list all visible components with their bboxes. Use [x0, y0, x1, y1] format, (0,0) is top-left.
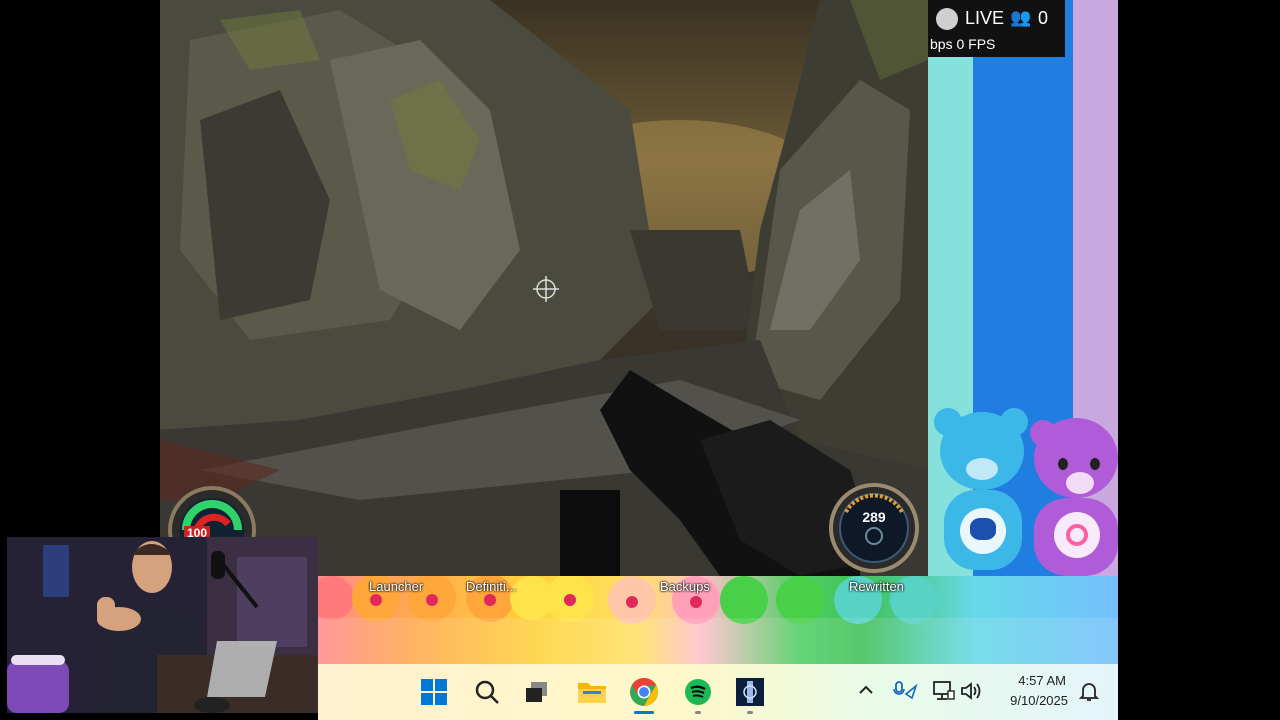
stream-stats: bps 0 FPS — [930, 36, 996, 52]
ammo-value: 289 — [862, 509, 886, 525]
desktop-icon-launcher[interactable]: Launcher — [369, 579, 423, 594]
spotify-icon — [685, 679, 711, 705]
webcam-feed — [7, 537, 318, 713]
spotify-button[interactable] — [680, 674, 716, 714]
chevron-up-icon — [859, 685, 873, 694]
file-explorer-button[interactable] — [574, 674, 610, 710]
windows-icon — [421, 679, 447, 705]
purple-bear-plush — [1028, 418, 1118, 576]
game-app-icon — [736, 678, 764, 706]
task-view-icon — [526, 682, 547, 702]
show-hidden-icons-button[interactable] — [856, 680, 876, 700]
desktop-icon-backups[interactable]: Backups — [660, 579, 710, 594]
folder-icon — [578, 683, 606, 703]
live-status-overlay: LIVE 👥 0 bps 0 FPS — [928, 0, 1065, 57]
chrome-icon — [630, 678, 658, 706]
task-view-button[interactable] — [519, 674, 555, 710]
game-scene — [160, 0, 928, 576]
clock-date: 9/10/2025 — [1010, 693, 1068, 708]
bell-icon — [1078, 683, 1100, 701]
speaker-icon — [961, 682, 981, 700]
wallpaper-plush-row — [318, 576, 1118, 664]
desktop-icon-rewritten[interactable]: Rewritten — [849, 579, 904, 594]
tray-volume[interactable] — [959, 679, 983, 703]
desktop-icon-definitive[interactable]: Definiti... — [466, 579, 517, 594]
spotify-open-indicator — [695, 711, 701, 714]
tray-network[interactable] — [931, 679, 955, 703]
viewer-count: 0 — [1038, 8, 1049, 28]
search-icon — [475, 680, 499, 704]
tray-mic-app[interactable] — [892, 680, 918, 702]
ammo-gauge: 289 — [828, 482, 920, 574]
blue-bear-plush — [932, 408, 1032, 576]
stream-backdrop — [928, 0, 1118, 576]
webcam-scene — [7, 537, 318, 713]
people-icon: 👥 — [1010, 8, 1032, 27]
game-app-open-indicator — [747, 711, 753, 714]
microphone-icon — [893, 681, 918, 700]
live-label: LIVE — [965, 8, 1005, 28]
chrome-button[interactable] — [626, 674, 662, 714]
desktop-wallpaper: Launcher Definiti... Backups Rewritten — [318, 576, 1118, 664]
start-button[interactable] — [416, 674, 452, 710]
notifications-button[interactable] — [1078, 680, 1100, 702]
windows-taskbar: 4:57 AM 9/10/2025 — [318, 664, 1118, 720]
health-gauge: 100 — [166, 484, 258, 554]
network-icon — [933, 681, 955, 700]
live-indicator-dot — [936, 8, 958, 30]
clock-time: 4:57 AM — [1018, 673, 1066, 688]
search-button[interactable] — [469, 674, 505, 710]
game-viewport[interactable]: 100 289 — [160, 0, 928, 576]
chrome-active-indicator — [634, 711, 654, 714]
game-app-button[interactable] — [732, 674, 768, 714]
